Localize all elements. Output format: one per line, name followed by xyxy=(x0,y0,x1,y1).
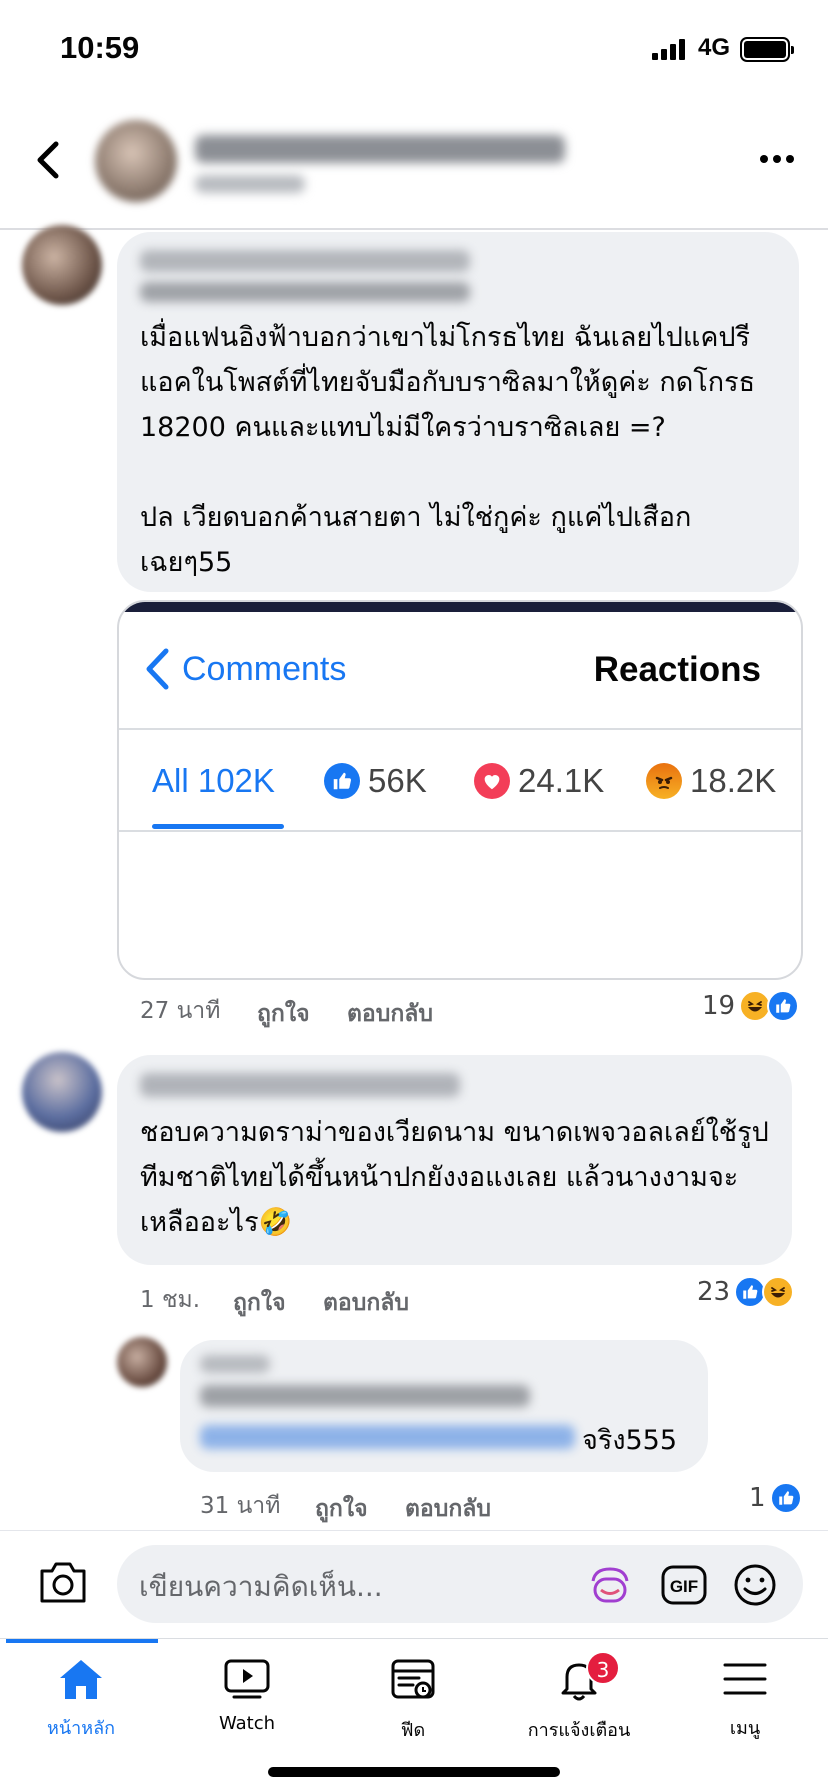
emoji-icon[interactable] xyxy=(732,1563,778,1607)
commenter-name-redacted xyxy=(140,250,470,272)
signal-icon xyxy=(652,38,685,60)
reply-subname-redacted xyxy=(200,1385,530,1407)
commenter-avatar[interactable] xyxy=(22,1052,102,1132)
commenter-avatar[interactable] xyxy=(22,225,102,305)
nav-menu[interactable]: เมนู xyxy=(670,1657,820,1742)
tab-like: 56K xyxy=(324,762,427,800)
menu-icon xyxy=(723,1663,767,1695)
haha-icon xyxy=(762,1276,795,1308)
commenter-subname-redacted xyxy=(140,282,470,302)
nav-feed[interactable]: ฟีด xyxy=(338,1657,488,1744)
comment-reaction-summary[interactable]: 19 xyxy=(702,990,800,1022)
tab-all-label: All 102K xyxy=(152,762,275,799)
tab-angry-label: 18.2K xyxy=(690,762,777,799)
tab-all: All 102K xyxy=(152,762,275,800)
home-icon xyxy=(60,1660,102,1699)
back-arrow-icon[interactable] xyxy=(30,138,70,182)
nav-home-label: หน้าหลัก xyxy=(46,1718,116,1739)
like-icon xyxy=(769,1482,802,1514)
like-icon xyxy=(324,763,360,799)
comment-time: 27 นาที xyxy=(140,998,221,1024)
reply-comment-button[interactable]: ตอบกลับ xyxy=(323,1285,409,1321)
reaction-count: 19 xyxy=(702,991,736,1021)
avatar-sticker-icon[interactable] xyxy=(587,1563,633,1607)
reaction-tabs: All 102K 56K 24.1K 18.2K xyxy=(119,732,801,832)
nav-watch-label: Watch xyxy=(218,1713,276,1734)
like-icon xyxy=(767,990,800,1022)
network-type: 4G xyxy=(698,34,731,61)
author-avatar[interactable] xyxy=(95,120,177,202)
comment-time: 31 นาที xyxy=(200,1493,281,1519)
camera-icon[interactable] xyxy=(38,1559,88,1605)
tab-angry: 18.2K xyxy=(646,762,776,800)
active-nav-indicator xyxy=(6,1639,158,1643)
feed-icon xyxy=(391,1659,435,1699)
comment-text: เมื่อแฟนอิงฟ้าบอกว่าเขาไม่โกรธไทย ฉันเลย… xyxy=(140,322,756,578)
notification-badge: 3 xyxy=(586,1651,620,1685)
tab-like-label: 56K xyxy=(368,762,427,799)
nav-notifications[interactable]: 3 การแจ้งเตือน xyxy=(504,1651,654,1744)
screenshot-back-label: Comments xyxy=(182,649,347,688)
nav-menu-label: เมนู xyxy=(729,1718,761,1739)
battery-icon xyxy=(740,37,794,62)
reaction-count: 23 xyxy=(697,1277,731,1307)
comment-input-placeholder: เขียนความคิดเห็น... xyxy=(139,1570,383,1603)
reply-comment-button[interactable]: ตอบกลับ xyxy=(347,996,433,1032)
angry-icon xyxy=(646,763,682,799)
screenshot-back-button: Comments xyxy=(144,647,346,691)
comment-reaction-summary[interactable]: 1 xyxy=(749,1482,802,1514)
like-comment-button[interactable]: ถูกใจ xyxy=(315,1491,368,1527)
screenshot-header: Comments Reactions xyxy=(119,612,801,730)
more-options-icon[interactable] xyxy=(760,155,794,163)
attached-screenshot[interactable]: Comments Reactions All 102K 56K 24.1K 18… xyxy=(117,600,803,980)
nav-notifications-label: การแจ้งเตือน xyxy=(527,1720,631,1741)
post-time-redacted xyxy=(195,175,305,193)
reply-text: จริง555 xyxy=(582,1425,678,1456)
nav-feed-label: ฟีด xyxy=(400,1720,426,1741)
screenshot-top-edge xyxy=(119,602,801,612)
post-header xyxy=(0,100,828,230)
home-indicator xyxy=(268,1767,560,1777)
nav-watch[interactable]: Watch xyxy=(172,1657,322,1734)
comment-time: 1 ชม. xyxy=(140,1287,201,1313)
comment-text: ชอบความดราม่าของเวียดนาม ขนาดเพจวอลเลย์ใ… xyxy=(140,1117,769,1238)
watch-icon xyxy=(224,1659,270,1699)
like-comment-button[interactable]: ถูกใจ xyxy=(257,996,310,1032)
like-comment-button[interactable]: ถูกใจ xyxy=(233,1285,286,1321)
screenshot-title: Reactions xyxy=(593,650,761,689)
commenter-name-redacted xyxy=(140,1073,460,1097)
reply-comment-button[interactable]: ตอบกลับ xyxy=(405,1491,491,1527)
gif-icon[interactable]: GIF xyxy=(660,1563,708,1607)
status-time: 10:59 xyxy=(60,30,140,65)
author-name-redacted xyxy=(195,135,565,163)
nav-home[interactable]: หน้าหลัก xyxy=(6,1657,156,1742)
love-icon xyxy=(474,763,510,799)
reaction-count: 1 xyxy=(749,1483,766,1513)
comment-composer: เขียนความคิดเห็น... GIF xyxy=(0,1530,828,1638)
gif-label: GIF xyxy=(670,1577,698,1596)
tab-love: 24.1K xyxy=(474,762,604,800)
reply-name-redacted xyxy=(200,1355,270,1373)
reply-avatar[interactable] xyxy=(117,1337,167,1387)
active-tab-indicator xyxy=(152,824,284,829)
comment-input[interactable]: เขียนความคิดเห็น... GIF xyxy=(117,1545,803,1623)
mention-link-redacted[interactable] xyxy=(200,1425,575,1449)
comment-reaction-summary[interactable]: 23 xyxy=(697,1276,795,1308)
chevron-left-icon xyxy=(146,648,169,690)
tab-love-label: 24.1K xyxy=(518,762,605,799)
status-bar: 10:59 4G xyxy=(0,0,828,100)
